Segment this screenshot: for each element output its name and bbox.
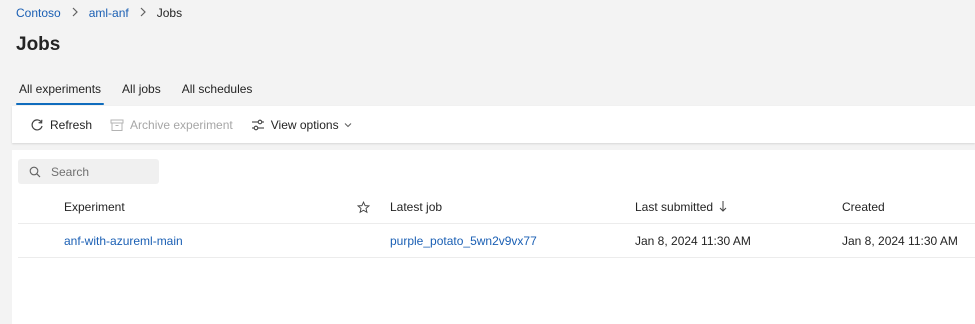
archive-icon: [110, 118, 124, 132]
command-bar: Refresh Archive experiment View options: [12, 106, 975, 143]
sort-down-icon: [719, 200, 727, 215]
experiment-link[interactable]: anf-with-azureml-main: [64, 224, 183, 258]
sliders-icon: [251, 118, 265, 132]
last-submitted-value: Jan 8, 2024 11:30 AM: [635, 234, 751, 248]
latest-job-link[interactable]: purple_potato_5wn2v9vx77: [390, 224, 537, 258]
experiments-table: Experiment Latest job Last submitted Cre…: [18, 190, 975, 258]
refresh-icon: [30, 118, 44, 132]
view-options-button[interactable]: View options: [251, 118, 352, 132]
refresh-button[interactable]: Refresh: [30, 118, 92, 132]
tab-bar: All experiments All jobs All schedules: [16, 80, 270, 105]
view-options-label: View options: [270, 117, 339, 132]
breadcrumb: Contoso aml-anf Jobs: [16, 5, 182, 21]
chevron-right-icon: [71, 7, 79, 20]
breadcrumb-current: Jobs: [156, 6, 183, 20]
tab-all-jobs[interactable]: All jobs: [119, 80, 164, 105]
refresh-label: Refresh: [50, 117, 93, 132]
search-box[interactable]: Search: [18, 159, 159, 184]
breadcrumb-workspace[interactable]: aml-anf: [89, 6, 129, 20]
tab-all-schedules[interactable]: All schedules: [179, 80, 256, 105]
archive-experiment-label: Archive experiment: [130, 117, 233, 132]
chevron-down-icon: [344, 122, 352, 128]
last-submitted-label: Last submitted: [635, 200, 714, 214]
column-header-latest-job[interactable]: Latest job: [390, 190, 442, 224]
created-value: Jan 8, 2024 11:30 AM: [842, 234, 958, 248]
search-input[interactable]: Search: [51, 165, 89, 179]
column-header-experiment[interactable]: Experiment: [64, 190, 125, 224]
page-title: Jobs: [16, 34, 61, 55]
table-row[interactable]: anf-with-azureml-main purple_potato_5wn2…: [18, 224, 975, 258]
column-header-last-submitted[interactable]: Last submitted: [635, 190, 727, 224]
tab-all-experiments[interactable]: All experiments: [16, 80, 105, 105]
experiments-panel: Search Experiment Latest job Last submit…: [12, 150, 975, 324]
archive-experiment-button[interactable]: Archive experiment: [110, 118, 233, 132]
chevron-right-icon: [139, 7, 147, 20]
column-header-created[interactable]: Created: [842, 190, 885, 224]
breadcrumb-contoso[interactable]: Contoso: [16, 6, 61, 20]
star-icon[interactable]: [357, 190, 370, 224]
search-icon: [29, 166, 41, 178]
table-header-row: Experiment Latest job Last submitted Cre…: [18, 190, 975, 224]
